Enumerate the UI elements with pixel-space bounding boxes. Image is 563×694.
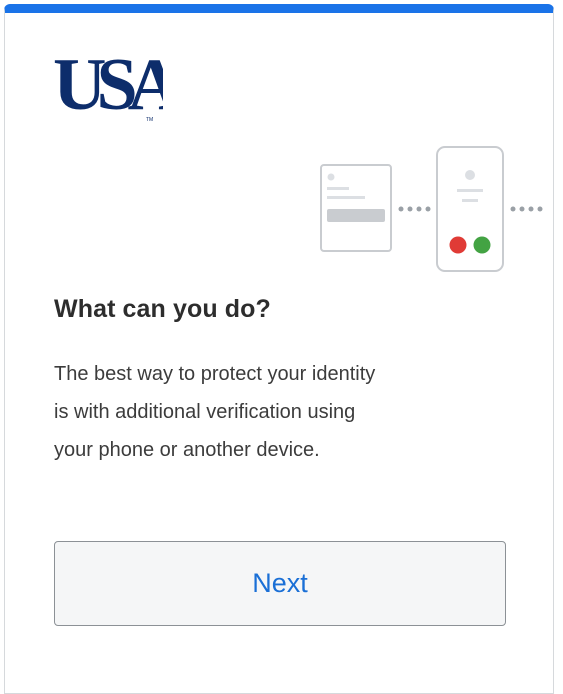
description-line: your phone or another device.	[54, 439, 320, 461]
page-title: What can you do?	[54, 295, 271, 323]
description-line: The best way to protect your identity	[54, 363, 376, 385]
description-text: The best way to protect your identity is…	[54, 355, 474, 469]
device-verification-illustration	[320, 146, 543, 272]
svg-text:USA: USA	[53, 44, 163, 126]
description-line: is with additional verification using	[54, 401, 356, 423]
browser-window-icon	[320, 164, 392, 252]
verification-card: USA TM What can you do? The best way to …	[4, 4, 554, 694]
next-button[interactable]: Next	[54, 541, 506, 626]
phone-icon	[436, 146, 504, 272]
usa-logo: USA TM	[53, 44, 163, 126]
svg-text:TM: TM	[146, 117, 153, 123]
